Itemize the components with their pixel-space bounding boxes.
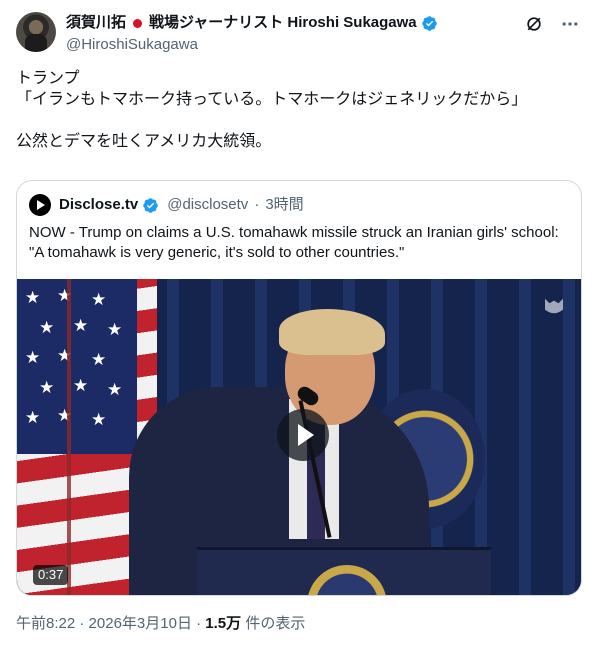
video-duration: 0:37 <box>33 565 69 585</box>
tweet-date[interactable]: 2026年3月10日 <box>89 615 192 632</box>
verified-badge-icon <box>421 15 437 31</box>
flag-pole <box>67 279 71 595</box>
view-count-label: 件の表示 <box>245 615 306 632</box>
play-icon[interactable] <box>277 409 329 461</box>
tweet-footer: 午前8:22 · 2026年3月10日 · 1.5万 件の表示 <box>16 614 305 634</box>
tweet-actions <box>524 14 580 34</box>
author-name-suffix[interactable]: 戦場ジャーナリスト Hiroshi Sukagawa <box>149 13 417 33</box>
quote-author-name[interactable]: Disclose.tv <box>59 195 138 215</box>
author-block: 須賀川拓 戦場ジャーナリスト Hiroshi Sukagawa @Hiroshi… <box>66 13 438 55</box>
avatar[interactable] <box>16 12 56 52</box>
american-flag-canton: ★ ★ ★ ★ ★ ★ ★ ★ ★ ★ ★ ★ ★ ★ ★ <box>17 279 137 454</box>
quote-text: NOW - Trump on claims a U.S. tomahawk mi… <box>29 224 559 261</box>
video-player[interactable]: ★ ★ ★ ★ ★ ★ ★ ★ ★ ★ ★ ★ ★ ★ ★ 0:37 <box>17 279 581 595</box>
author-handle[interactable]: @HiroshiSukagawa <box>66 35 438 55</box>
tweet-text: トランプ 「イランもトマホーク持っている。トマホークはジェネリックだから」 公然… <box>16 70 528 150</box>
verified-badge-icon <box>143 197 158 213</box>
footer-separator: · <box>196 615 202 632</box>
footer-separator: · <box>79 615 85 632</box>
quoted-tweet[interactable]: Disclose.tv @disclosetv · 3時間 NOW - Trum… <box>16 180 582 596</box>
more-icon[interactable] <box>560 14 580 34</box>
disclosetv-avatar[interactable] <box>29 194 51 216</box>
grok-icon[interactable] <box>524 14 544 34</box>
quote-author-handle[interactable]: @disclosetv <box>167 195 248 215</box>
quote-separator: · <box>254 196 260 213</box>
watermark-icon <box>545 298 563 314</box>
speaker-hair <box>279 309 385 355</box>
author-name[interactable]: 須賀川拓 <box>66 13 126 33</box>
view-count[interactable]: 1.5万 <box>205 615 241 632</box>
japan-flag-icon <box>133 18 143 28</box>
tweet-time[interactable]: 午前8:22 <box>16 615 75 632</box>
quote-time[interactable]: 3時間 <box>265 195 303 215</box>
